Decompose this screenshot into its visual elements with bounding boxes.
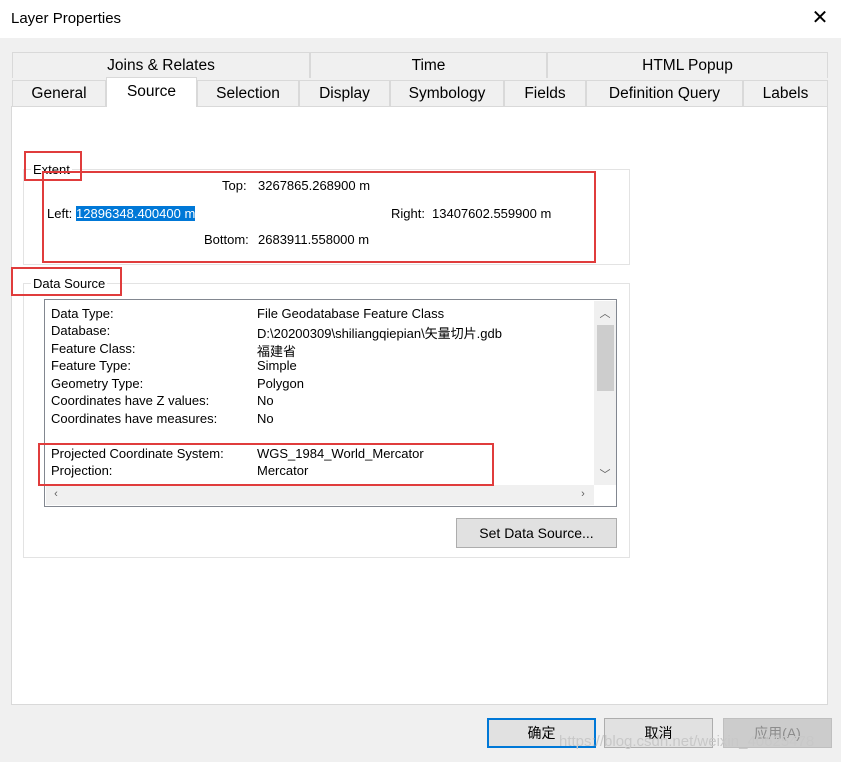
list-item-key: Feature Type: xyxy=(51,358,131,373)
scroll-left-icon[interactable]: ‹ xyxy=(46,488,66,500)
list-item-key: Projection: xyxy=(51,463,113,478)
list-item: Feature Type: Simple xyxy=(51,358,591,375)
scroll-up-icon[interactable]: ︿ xyxy=(595,305,615,321)
extent-bottom-label: Bottom: xyxy=(204,232,249,247)
list-item-key: Projected Coordinate System: xyxy=(51,446,224,461)
scroll-down-icon[interactable]: ﹀ xyxy=(595,466,615,482)
list-item-key: Data Type: xyxy=(51,306,114,321)
list-item-value: Simple xyxy=(257,358,297,373)
extent-group-label: Extent xyxy=(31,162,72,177)
list-item-key: Database: xyxy=(51,323,111,338)
tab-time[interactable]: Time xyxy=(310,52,547,78)
list-item-value: File Geodatabase Feature Class xyxy=(257,306,445,321)
tab-symbology[interactable]: Symbology xyxy=(390,80,504,106)
watermark: https://blog.csdn.net/weixin_40625478 xyxy=(559,733,815,750)
data-source-group-label: Data Source xyxy=(31,276,108,291)
data-source-listbox[interactable]: Data Type: File Geodatabase Feature Class… xyxy=(44,299,617,507)
list-item-value: D:\20200309\shiliangqiepian\矢量切片.gdb xyxy=(257,326,502,341)
list-item-value: No xyxy=(257,411,274,426)
vertical-scrollbar[interactable]: ︿ ﹀ xyxy=(594,301,616,485)
title-bar: Layer Properties ✕ xyxy=(0,0,841,38)
scroll-right-icon[interactable]: › xyxy=(573,488,593,500)
extent-right-value[interactable]: 13407602.559900 m xyxy=(432,206,551,221)
list-item: Data Type: File Geodatabase Feature Class xyxy=(51,306,591,323)
extent-left-value[interactable]: 12896348.400400 m xyxy=(76,206,196,221)
extent-bottom-value[interactable]: 2683911.558000 m xyxy=(258,232,369,247)
list-item-key: Feature Class: xyxy=(51,341,136,356)
list-item: Coordinates have Z values: No xyxy=(51,393,591,410)
extent-right-label: Right: xyxy=(391,206,425,221)
set-data-source-button[interactable]: Set Data Source... xyxy=(456,518,617,548)
tab-selection[interactable]: Selection xyxy=(197,80,299,106)
tab-definition-query[interactable]: Definition Query xyxy=(586,80,743,106)
window-title: Layer Properties xyxy=(11,10,122,27)
list-item: Projection: Mercator xyxy=(51,463,591,480)
list-item-key: Coordinates have measures: xyxy=(51,411,218,426)
list-item-key: Geometry Type: xyxy=(51,376,144,391)
list-item: Feature Class: 福建省 xyxy=(51,341,591,359)
list-item: Coordinates have measures: No xyxy=(51,411,591,428)
list-item: Geometry Type: Polygon xyxy=(51,376,591,393)
extent-top-label: Top: xyxy=(222,178,247,193)
list-item-value: Polygon xyxy=(257,376,304,391)
scrollbar-thumb[interactable] xyxy=(597,325,614,391)
horizontal-scrollbar[interactable]: ‹ › xyxy=(46,485,594,505)
tab-html-popup[interactable]: HTML Popup xyxy=(547,52,828,78)
list-item-value: WGS_1984_World_Mercator xyxy=(257,446,424,461)
tab-labels[interactable]: Labels xyxy=(743,80,828,106)
extent-top-value[interactable]: 3267865.268900 m xyxy=(258,178,370,193)
list-item-value: No xyxy=(257,393,274,408)
tab-joins-relates[interactable]: Joins & Relates xyxy=(12,52,310,78)
list-item-value: Mercator xyxy=(257,463,309,478)
close-icon[interactable]: ✕ xyxy=(806,4,834,32)
tab-general[interactable]: General xyxy=(12,80,106,106)
extent-left-label: Left: xyxy=(47,206,73,221)
list-item-key: Coordinates have Z values: xyxy=(51,393,210,408)
tab-fields[interactable]: Fields xyxy=(504,80,586,106)
list-item: Projected Coordinate System: WGS_1984_Wor… xyxy=(51,446,591,463)
tab-display[interactable]: Display xyxy=(299,80,390,106)
tab-source[interactable]: Source xyxy=(106,77,197,107)
list-item: Database: D:\20200309\shiliangqiepian\矢量切… xyxy=(51,323,591,341)
